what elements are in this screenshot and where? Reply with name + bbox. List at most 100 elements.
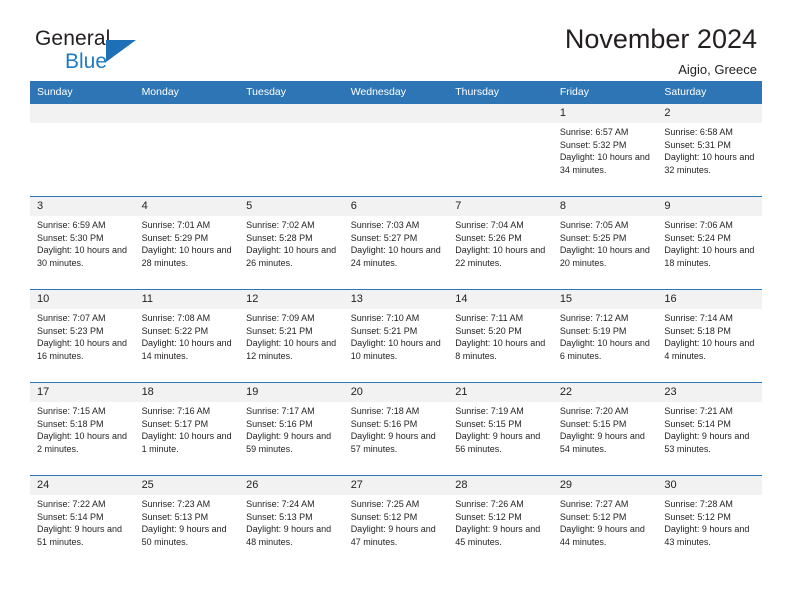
daylight-text: Daylight: 10 hours and 8 minutes.	[455, 338, 546, 361]
day-number: 11	[134, 290, 240, 309]
day-cell-inner: 27 Sunrise: 7:25 AM Sunset: 5:12 PM Dayligh…	[343, 476, 449, 569]
day-number	[343, 104, 449, 123]
day-cell-inner: 28 Sunrise: 7:26 AM Sunset: 5:12 PM Dayligh…	[448, 476, 553, 569]
calendar-day-cell[interactable]: 14 Sunrise: 7:11 AM Sunset: 5:20 PM Dayligh…	[448, 289, 553, 383]
daylight-text: Daylight: 9 hours and 57 minutes.	[350, 431, 436, 454]
calendar-day-cell-empty	[134, 103, 240, 197]
day-cell-inner: 5 Sunrise: 7:02 AM Sunset: 5:28 PM Daylight…	[239, 197, 344, 289]
calendar-day-cell-empty	[448, 103, 553, 197]
sunset-text: Sunset: 5:19 PM	[559, 325, 627, 336]
sunrise-text: Sunrise: 7:04 AM	[455, 220, 524, 230]
day-number	[134, 104, 240, 123]
sunrise-text: Sunrise: 7:27 AM	[559, 499, 629, 509]
day-cell-inner: 22 Sunrise: 7:20 AM Sunset: 5:15 PM Dayligh…	[552, 383, 658, 475]
calendar-day-cell[interactable]: 16 Sunrise: 7:14 AM Sunset: 5:18 PM Dayligh…	[657, 289, 762, 383]
day-details: Sunrise: 7:26 AM Sunset: 5:12 PM Daylight:…	[448, 495, 553, 548]
calendar-day-cell[interactable]: 1 Sunrise: 6:57 AM Sunset: 5:32 PM Daylight…	[552, 103, 658, 197]
daylight-text: Daylight: 9 hours and 53 minutes.	[664, 431, 750, 454]
weekday-header-wednesday: Wednesday	[343, 81, 449, 104]
day-details: Sunrise: 6:58 AM Sunset: 5:31 PM Daylight:…	[657, 123, 762, 176]
calendar-page: General Blue November 2024 Aigio, Greece…	[0, 0, 792, 612]
sunset-text: Sunset: 5:13 PM	[141, 511, 209, 522]
calendar-day-cell[interactable]: 27 Sunrise: 7:25 AM Sunset: 5:12 PM Dayligh…	[343, 475, 449, 569]
calendar-day-cell[interactable]: 22 Sunrise: 7:20 AM Sunset: 5:15 PM Dayligh…	[552, 382, 658, 476]
day-details: Sunrise: 7:28 AM Sunset: 5:12 PM Daylight:…	[657, 495, 762, 548]
day-details: Sunrise: 7:23 AM Sunset: 5:13 PM Daylight:…	[135, 495, 240, 548]
daylight-text: Daylight: 10 hours and 6 minutes.	[559, 338, 650, 361]
calendar-day-cell[interactable]: 17 Sunrise: 7:15 AM Sunset: 5:18 PM Dayligh…	[30, 382, 135, 476]
day-details: Sunrise: 7:01 AM Sunset: 5:29 PM Daylight:…	[135, 216, 240, 269]
calendar-day-cell[interactable]: 30 Sunrise: 7:28 AM Sunset: 5:12 PM Dayligh…	[657, 475, 762, 569]
daylight-text: Daylight: 9 hours and 51 minutes.	[37, 524, 123, 547]
calendar-day-cell[interactable]: 20 Sunrise: 7:18 AM Sunset: 5:16 PM Dayligh…	[343, 382, 449, 476]
sunrise-text: Sunrise: 7:02 AM	[246, 220, 315, 230]
calendar-day-cell[interactable]: 13 Sunrise: 7:10 AM Sunset: 5:21 PM Dayligh…	[343, 289, 449, 383]
calendar-day-cell[interactable]: 12 Sunrise: 7:09 AM Sunset: 5:21 PM Dayligh…	[239, 289, 344, 383]
sunrise-text: Sunrise: 7:03 AM	[350, 220, 420, 230]
day-cell-inner: 3 Sunrise: 6:59 AM Sunset: 5:30 PM Daylight…	[30, 197, 135, 289]
sunset-text: Sunset: 5:25 PM	[559, 232, 627, 243]
calendar-day-cell[interactable]: 24 Sunrise: 7:22 AM Sunset: 5:14 PM Dayligh…	[30, 475, 135, 569]
calendar-day-cell[interactable]: 8 Sunrise: 7:05 AM Sunset: 5:25 PM Daylight…	[552, 196, 658, 290]
sunset-text: Sunset: 5:15 PM	[455, 418, 522, 429]
day-number: 19	[239, 383, 344, 402]
calendar-day-cell[interactable]: 19 Sunrise: 7:17 AM Sunset: 5:16 PM Dayligh…	[239, 382, 344, 476]
sunrise-text: Sunrise: 7:28 AM	[664, 499, 733, 509]
sunset-text: Sunset: 5:32 PM	[559, 139, 627, 150]
calendar-day-cell[interactable]: 10 Sunrise: 7:07 AM Sunset: 5:23 PM Dayligh…	[30, 289, 135, 383]
day-number: 4	[134, 197, 240, 216]
weekday-header-friday: Friday	[552, 81, 658, 104]
sunset-text: Sunset: 5:18 PM	[37, 418, 104, 429]
sunset-text: Sunset: 5:21 PM	[350, 325, 418, 336]
calendar-day-cell[interactable]: 18 Sunrise: 7:16 AM Sunset: 5:17 PM Dayligh…	[134, 382, 240, 476]
weekday-header-sunday: Sunday	[30, 81, 135, 104]
day-number: 13	[343, 290, 449, 309]
day-cell-inner: 14 Sunrise: 7:11 AM Sunset: 5:20 PM Dayligh…	[448, 290, 553, 382]
calendar-day-cell[interactable]: 4 Sunrise: 7:01 AM Sunset: 5:29 PM Daylight…	[134, 196, 240, 290]
day-cell-inner: 18 Sunrise: 7:16 AM Sunset: 5:17 PM Dayligh…	[134, 383, 240, 475]
calendar-day-cell[interactable]: 3 Sunrise: 6:59 AM Sunset: 5:30 PM Daylight…	[30, 196, 135, 290]
calendar-day-cell[interactable]: 9 Sunrise: 7:06 AM Sunset: 5:24 PM Daylight…	[657, 196, 762, 290]
day-cell-inner: 21 Sunrise: 7:19 AM Sunset: 5:15 PM Dayligh…	[448, 383, 553, 475]
daylight-text: Daylight: 10 hours and 1 minute.	[141, 431, 232, 454]
logo-triangle-icon	[106, 40, 136, 62]
day-details: Sunrise: 7:09 AM Sunset: 5:21 PM Daylight:…	[239, 309, 344, 362]
calendar-day-cell[interactable]: 7 Sunrise: 7:04 AM Sunset: 5:26 PM Daylight…	[448, 196, 553, 290]
calendar-day-cell[interactable]: 29 Sunrise: 7:27 AM Sunset: 5:12 PM Dayligh…	[552, 475, 658, 569]
sunset-text: Sunset: 5:29 PM	[141, 232, 209, 243]
sunrise-text: Sunrise: 7:09 AM	[246, 313, 315, 323]
daylight-text: Daylight: 9 hours and 43 minutes.	[664, 524, 750, 547]
daylight-text: Daylight: 10 hours and 16 minutes.	[37, 338, 128, 361]
day-details: Sunrise: 7:17 AM Sunset: 5:16 PM Daylight:…	[239, 402, 344, 455]
calendar-day-cell[interactable]: 11 Sunrise: 7:08 AM Sunset: 5:22 PM Dayligh…	[134, 289, 240, 383]
calendar-day-cell[interactable]: 23 Sunrise: 7:21 AM Sunset: 5:14 PM Dayligh…	[657, 382, 762, 476]
calendar-day-cell[interactable]: 5 Sunrise: 7:02 AM Sunset: 5:28 PM Daylight…	[239, 196, 344, 290]
sunset-text: Sunset: 5:28 PM	[246, 232, 313, 243]
calendar-day-cell-empty	[239, 103, 344, 197]
calendar-day-cell[interactable]: 21 Sunrise: 7:19 AM Sunset: 5:15 PM Dayligh…	[448, 382, 553, 476]
day-details: Sunrise: 7:19 AM Sunset: 5:15 PM Daylight:…	[448, 402, 553, 455]
sunrise-text: Sunrise: 7:08 AM	[141, 313, 211, 323]
day-number: 15	[552, 290, 658, 309]
calendar-day-cell[interactable]: 2 Sunrise: 6:58 AM Sunset: 5:31 PM Daylight…	[657, 103, 762, 197]
calendar-day-cell[interactable]: 28 Sunrise: 7:26 AM Sunset: 5:12 PM Dayligh…	[448, 475, 553, 569]
day-details: Sunrise: 6:57 AM Sunset: 5:32 PM Daylight:…	[553, 123, 658, 176]
day-number: 23	[657, 383, 762, 402]
sunset-text: Sunset: 5:12 PM	[559, 511, 627, 522]
calendar-day-cell[interactable]: 15 Sunrise: 7:12 AM Sunset: 5:19 PM Dayligh…	[552, 289, 658, 383]
day-number: 7	[448, 197, 553, 216]
sunrise-text: Sunrise: 6:57 AM	[559, 127, 629, 137]
day-details: Sunrise: 7:11 AM Sunset: 5:20 PM Daylight:…	[448, 309, 553, 362]
day-number: 14	[448, 290, 553, 309]
calendar-week-row: 24 Sunrise: 7:22 AM Sunset: 5:14 PM Dayligh…	[30, 475, 762, 569]
day-number: 3	[30, 197, 135, 216]
general-blue-logo: General Blue	[35, 28, 155, 80]
calendar-day-cell[interactable]: 6 Sunrise: 7:03 AM Sunset: 5:27 PM Daylight…	[343, 196, 449, 290]
calendar-day-cell[interactable]: 26 Sunrise: 7:24 AM Sunset: 5:13 PM Dayligh…	[239, 475, 344, 569]
calendar-day-cell[interactable]: 25 Sunrise: 7:23 AM Sunset: 5:13 PM Dayligh…	[134, 475, 240, 569]
sunrise-text: Sunrise: 7:21 AM	[664, 406, 733, 416]
sunrise-text: Sunrise: 7:07 AM	[37, 313, 106, 323]
day-details: Sunrise: 7:04 AM Sunset: 5:26 PM Daylight:…	[448, 216, 553, 269]
day-details: Sunrise: 7:24 AM Sunset: 5:13 PM Daylight:…	[239, 495, 344, 548]
day-details: Sunrise: 7:20 AM Sunset: 5:15 PM Daylight:…	[553, 402, 658, 455]
